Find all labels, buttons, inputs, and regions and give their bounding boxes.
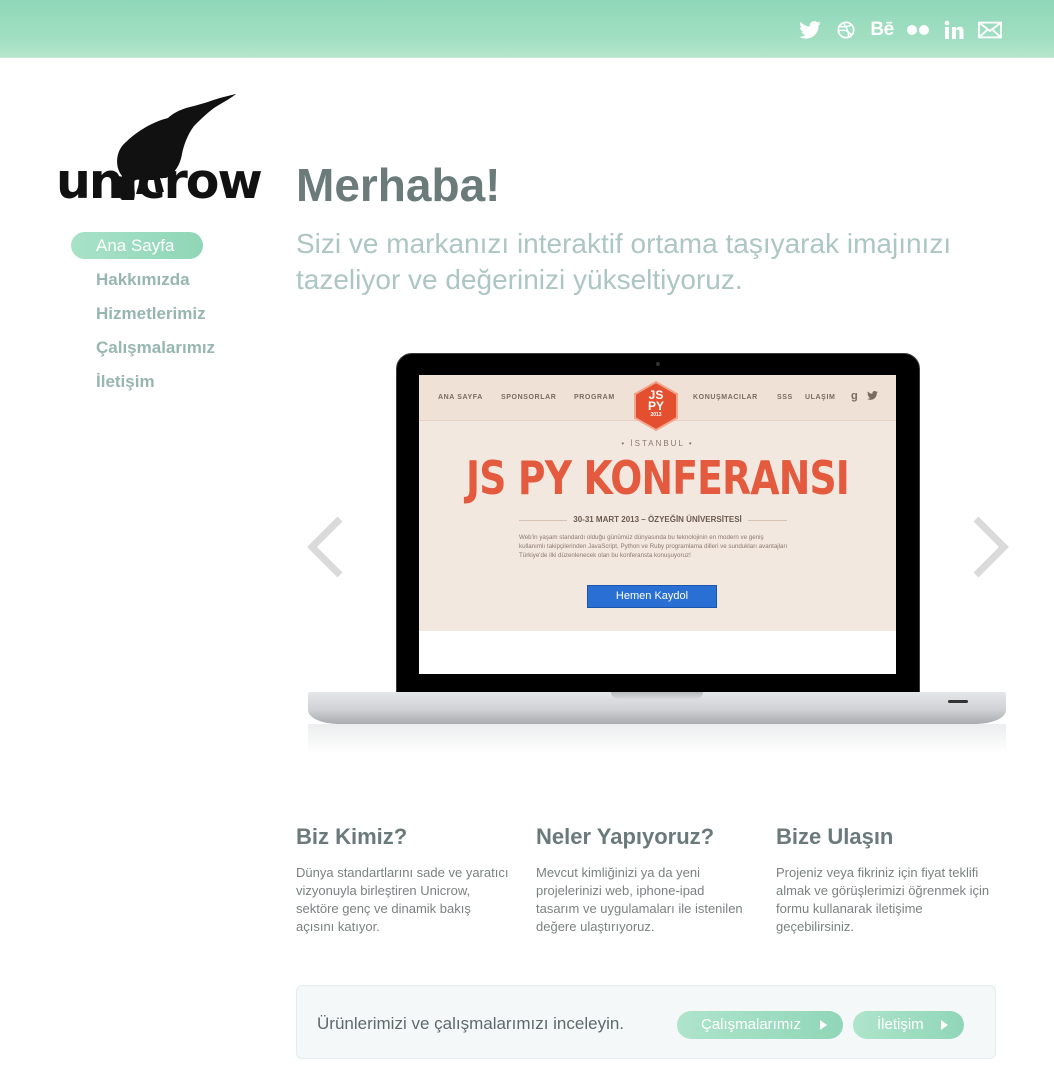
cta-text: Ürünlerimizi ve çalışmalarımızı inceleyi… [317,1014,625,1033]
slide-website-preview[interactable]: ANA SAYFA SPONSORLAR PROGRAM KONUŞMACILA… [419,375,896,631]
column-text: Mevcut kimliğinizi ya da yeni projelerin… [536,865,743,934]
slider-prev-arrow-icon[interactable] [304,515,348,584]
slide-nav-item: ULAŞIM [805,394,836,401]
slide-nav-item: PROGRAM [574,394,615,401]
laptop-reflection [308,724,1006,754]
unicrow-logo[interactable]: unicrow [56,94,263,210]
play-arrow-icon [941,1020,948,1030]
laptop-base [308,692,1006,724]
column-title: Biz Kimiz? [296,824,408,849]
main-nav: Ana Sayfa Hakkımızda Hizmetlerimiz Çalış… [71,232,231,402]
nav-item-calismalarimiz[interactable]: Çalışmalarımız [71,334,231,361]
play-arrow-icon [820,1020,827,1030]
slide-city: • İSTANBUL • [621,439,694,448]
nav-item-hakkimizda[interactable]: Hakkımızda [71,266,231,293]
social-links: Bē [798,18,1002,42]
laptop-led [948,700,968,703]
slide-description: Web'in yaşam standardı olduğu günümüz dü… [519,534,788,559]
works-button-label: Çalışmalarımız [701,1016,802,1033]
contact-button-label: İletişim [877,1016,924,1033]
linkedin-icon[interactable] [942,18,966,42]
slide-date: 30-31 MART 2013 – ÖZYEĞİN ÜNİVERSİTESİ [419,515,896,524]
laptop-notch [611,692,703,699]
info-column-services: Neler Yapıyoruz? Mevcut kimliğinizi ya d… [536,824,751,936]
top-bar: Bē [0,0,1054,58]
slide-nav-item: KONUŞMACILAR [693,394,758,401]
contact-button[interactable]: İletişim [853,1011,964,1039]
laptop-screen: ANA SAYFA SPONSORLAR PROGRAM KONUŞMACILA… [419,375,896,674]
works-button[interactable]: Çalışmalarımız [677,1011,843,1039]
slide-twitter-icon [867,391,878,402]
column-text: Dünya standartlarını sade ve yaratıcı vi… [296,865,509,934]
slide-logo-text: JS PY 2013 [647,388,664,418]
info-column-contact: Bize Ulaşın Projeniz veya fikriniz için … [776,824,991,936]
nav-item-hizmetlerimiz[interactable]: Hizmetlerimiz [71,300,231,327]
column-title: Neler Yapıyoruz? [536,824,715,849]
laptop-camera [656,362,660,366]
slide-conference-title: JS PY KONFERANSI [465,451,850,505]
behance-icon[interactable]: Bē [870,18,894,42]
nav-item-ana-sayfa[interactable]: Ana Sayfa [71,232,203,259]
laptop-mockup: ANA SAYFA SPONSORLAR PROGRAM KONUŞMACILA… [396,353,920,695]
slide-nav-item: SSS [777,394,793,401]
slide-register-button[interactable]: Hemen Kaydol [587,585,717,608]
showcase-slider: ANA SAYFA SPONSORLAR PROGRAM KONUŞMACILA… [296,340,1016,760]
slide-hex-logo: JS PY 2013 [633,381,679,431]
page-title: Merhaba! [296,159,501,211]
info-column-about: Biz Kimiz? Dünya standartlarını sade ve … [296,824,511,936]
cta-box: Ürünlerimizi ve çalışmalarımızı inceleyi… [296,985,996,1059]
nav-item-iletisim[interactable]: İletişim [71,368,231,395]
column-text: Projeniz veya fikriniz için fiyat teklif… [776,865,990,934]
slide-google-icon: g [851,390,859,402]
column-title: Bize Ulaşın [776,824,894,849]
slide-nav-item: ANA SAYFA [438,394,483,401]
twitter-icon[interactable] [798,18,822,42]
slider-next-arrow-icon[interactable] [968,515,1012,584]
logo-text: unicrow [56,153,263,210]
slide-nav-item: SPONSORLAR [501,394,557,401]
page-subtitle: Sizi ve markanızı interaktif ortama taşı… [296,228,952,295]
mail-icon[interactable] [978,18,1002,42]
dribbble-icon[interactable] [834,18,858,42]
flickr-icon[interactable] [906,18,930,42]
